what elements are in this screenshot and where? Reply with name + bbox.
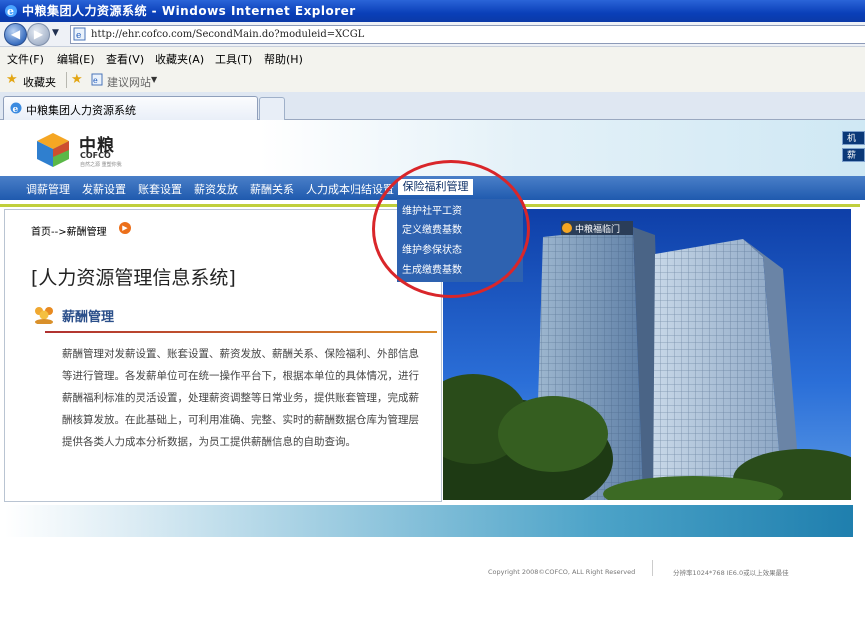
header-side-button-2[interactable]: 薪 xyxy=(842,148,865,162)
nav-cost-settings[interactable]: 人力成本归结设置 xyxy=(306,181,394,197)
window-title-bar: e 中粮集团人力资源系统 - Windows Internet Explorer xyxy=(0,0,865,22)
favorites-bar: ★ 收藏夹 ★ e 建议网站 ▼ xyxy=(0,68,865,93)
tab-label: 中粮集团人力资源系统 xyxy=(26,104,136,117)
address-field[interactable]: e http://ehr.cofco.com/SecondMain.do?mod… xyxy=(70,25,865,44)
suggested-sites-link[interactable]: 建议网站 xyxy=(107,74,151,90)
menu-tools[interactable]: 工具(T) xyxy=(215,51,252,67)
section-title: 薪酬管理 xyxy=(62,310,115,325)
breadcrumb[interactable]: 首页-->薪酬管理 xyxy=(31,223,107,238)
logo-tagline: 自然之源 重塑你我 xyxy=(80,162,122,168)
suggested-sites-caret-icon[interactable]: ▼ xyxy=(151,75,157,84)
section-description: 薪酬管理对发薪设置、账套设置、薪资发放、薪酬关系、保险福利、外部信息等进行管理。… xyxy=(62,348,419,448)
browser-tab-active[interactable]: e 中粮集团人力资源系统 xyxy=(3,96,258,120)
svg-text:e: e xyxy=(93,76,98,85)
ie-logo-icon: e xyxy=(5,5,17,18)
header-side-button-1[interactable]: 机 xyxy=(842,131,865,145)
nav-salary-payment[interactable]: 薪资发放 xyxy=(194,181,238,197)
menu-bar: 文件(F) 编辑(E) 查看(V) 收藏夹(A) 工具(T) 帮助(H) xyxy=(0,47,865,69)
page-content: 中粮 COFCO 自然之源 重塑你我 机 薪 调薪管理 发薪设置 账套设置 薪资… xyxy=(0,120,865,632)
footer-copyright: Copyright 2008©COFCO, ALL Right Reserved xyxy=(488,568,636,576)
add-favorite-icon[interactable]: ★ xyxy=(71,72,83,87)
people-group-icon xyxy=(35,307,53,324)
nav-pay-settings[interactable]: 发薪设置 xyxy=(82,181,126,197)
tab-bar: e 中粮集团人力资源系统 xyxy=(0,92,865,120)
address-url: http://ehr.cofco.com/SecondMain.do?modul… xyxy=(91,29,365,40)
menu-view[interactable]: 查看(V) xyxy=(106,51,144,67)
menu-file[interactable]: 文件(F) xyxy=(7,51,44,67)
decorative-band xyxy=(5,505,853,537)
menu-favorites[interactable]: 收藏夹(A) xyxy=(155,51,204,67)
svg-text:e: e xyxy=(7,5,14,18)
tab-ie-icon: e xyxy=(10,102,22,115)
favorites-button[interactable]: 收藏夹 xyxy=(23,74,56,90)
forward-button[interactable]: ▶ xyxy=(27,23,50,46)
menu-edit[interactable]: 编辑(E) xyxy=(57,51,95,67)
favorites-separator xyxy=(66,72,67,88)
section-divider xyxy=(45,331,437,333)
favorites-star-icon[interactable]: ★ xyxy=(6,73,18,86)
footer-resolution-note: 分辨率1024*768 IE6.0或以上效果最佳 xyxy=(673,569,789,577)
svg-text:e: e xyxy=(76,31,81,41)
new-tab-button[interactable] xyxy=(259,97,285,120)
nav-salary-adjust[interactable]: 调薪管理 xyxy=(26,181,70,197)
nav-salary-relations[interactable]: 薪酬关系 xyxy=(250,181,294,197)
highlight-circle xyxy=(372,160,530,298)
page-icon: e xyxy=(73,27,86,41)
cofco-logo-icon xyxy=(37,133,69,167)
svg-text:e: e xyxy=(13,105,19,115)
suggested-sites-icon: e xyxy=(91,73,103,86)
nav-account-settings[interactable]: 账套设置 xyxy=(138,181,182,197)
logo-english-name: COFCO xyxy=(80,151,111,160)
menu-help[interactable]: 帮助(H) xyxy=(264,51,303,67)
address-toolbar: ◀ ▶ ▼ e http://ehr.cofco.com/SecondMain.… xyxy=(0,22,865,47)
breadcrumb-arrow-icon: ▶ xyxy=(119,222,131,234)
back-button[interactable]: ◀ xyxy=(4,23,27,46)
building-sign-text: 中粮福临门 xyxy=(575,223,620,235)
system-title: [人力资源管理信息系统] xyxy=(31,267,236,289)
window-title: 中粮集团人力资源系统 - Windows Internet Explorer xyxy=(22,4,356,18)
recent-pages-dropdown-icon[interactable]: ▼ xyxy=(52,28,59,38)
footer-separator xyxy=(652,560,653,576)
